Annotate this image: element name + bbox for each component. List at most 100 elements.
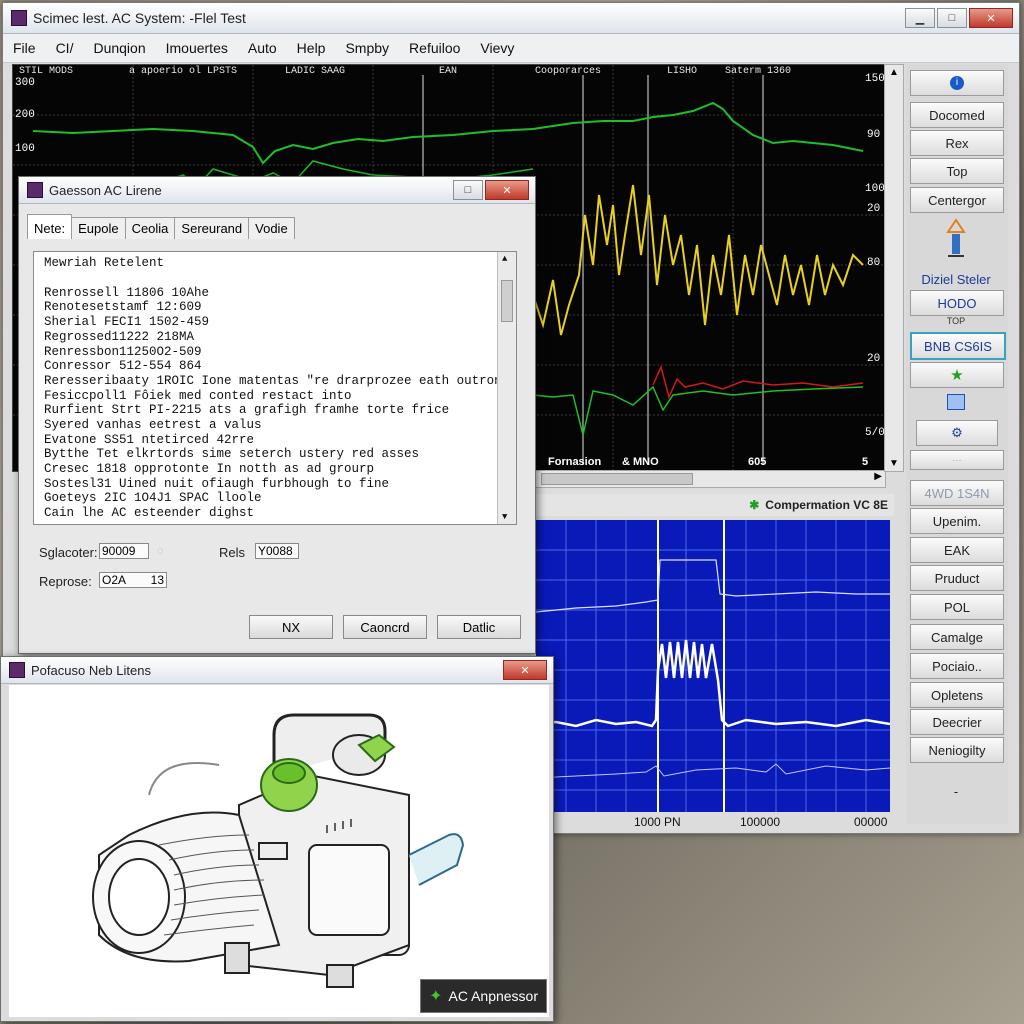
list-item[interactable]: Renrossell 11806 10Ahe (44, 286, 209, 300)
close-icon: ✕ (502, 184, 512, 197)
maximize-button[interactable]: □ (937, 8, 967, 28)
tower-icon[interactable] (944, 218, 968, 258)
dialog1-maximize-button[interactable]: □ (453, 180, 483, 200)
menu-imouertes[interactable]: Imouertes (166, 40, 228, 56)
spinner-icon[interactable]: ◌ (157, 545, 164, 557)
list-item[interactable]: Reresseribaaty 1ROIC Ione matentas "re d… (44, 374, 516, 388)
right-axis-tick-7: 5/0 (865, 427, 885, 439)
dialog1-titlebar[interactable]: Gaesson AC Lirene □ ✕ (19, 177, 535, 204)
main-titlebar[interactable]: Scimec lest. AC System: -Flel Test ▁ □ ✕ (3, 3, 1019, 34)
opletens-button[interactable]: Opletens (910, 682, 1004, 708)
list-item[interactable]: Syered vanhas eetrest a valus (44, 418, 262, 432)
dialog2-close-button[interactable]: ✕ (503, 660, 547, 680)
eak-button[interactable]: EAK (910, 537, 1004, 563)
tab-eupole[interactable]: Eupole (71, 217, 126, 239)
compressor-caption: ✦ AC Anpnessor (420, 979, 547, 1013)
rex-button[interactable]: Rex (910, 130, 1004, 156)
rels-field[interactable]: Y0088 (255, 543, 299, 559)
list-item[interactable]: Conressor 512-554 864 (44, 359, 202, 373)
plot-vertical-scrollbar[interactable]: ▲ ▼ (884, 64, 904, 472)
plot-label-6: LISHO (667, 66, 698, 77)
reprose-label: Reprose: (39, 574, 92, 589)
menu-refuiloo[interactable]: Refuiloo (409, 40, 460, 56)
minimize-button[interactable]: ▁ (905, 8, 935, 28)
ac-compressor-drawing (92, 713, 465, 988)
pol-button[interactable]: POL (910, 594, 1004, 620)
sglacoter-field[interactable]: 90009 (99, 543, 149, 559)
plot-label-7: Saterm 1360 (725, 66, 792, 77)
left-axis-tick-2: 200 (15, 109, 35, 121)
reprose-extra: 13 (150, 573, 164, 587)
settings-button[interactable]: ⚙ (916, 420, 998, 446)
tab-sereurand[interactable]: Sereurand (174, 217, 250, 239)
list-item[interactable]: Cresec 1818 opprotonte In notth as ad gr… (44, 462, 374, 476)
close-button[interactable]: ✕ (969, 8, 1013, 28)
deecrier-button[interactable]: Deecrier (910, 709, 1004, 735)
4wd-button[interactable]: 4WD 1S4N (910, 480, 1004, 506)
pociaio-button[interactable]: Pociaio.. (910, 653, 1004, 679)
docomed-button[interactable]: Docomed (910, 102, 1004, 128)
pruduct-button[interactable]: Pruduct (910, 565, 1004, 591)
menu-smpby[interactable]: Smpby (345, 40, 389, 56)
upenim-button[interactable]: Upenim. (910, 508, 1004, 534)
menu-help[interactable]: Help (297, 40, 326, 56)
nx-button[interactable]: NX (249, 615, 333, 639)
close-icon: ✕ (986, 12, 996, 25)
right-axis-tick-5: 80 (867, 257, 881, 269)
dialog2-titlebar[interactable]: Pofacuso Neb Litens ✕ (1, 657, 553, 684)
menu-dunqion[interactable]: Dunqion (93, 40, 145, 56)
tab-vodie[interactable]: Vodie (248, 217, 295, 239)
list-item[interactable]: Cain lhe AC esteender dighst (44, 506, 254, 520)
top-button[interactable]: Top (910, 158, 1004, 184)
menu-file[interactable]: File (13, 40, 36, 56)
export-button[interactable] (910, 390, 1002, 414)
tab-nete[interactable]: Nete: (27, 214, 73, 239)
scope-plot[interactable] (535, 520, 891, 812)
list-item[interactable]: Regrossed11222 218MA (44, 330, 194, 344)
menu-view[interactable]: Vievy (480, 40, 514, 56)
list-item[interactable]: Sherial FECI1 1502-459 (44, 315, 209, 329)
scroll-down-icon[interactable]: ▼ (502, 512, 507, 522)
info-button[interactable]: i (910, 70, 1004, 96)
reprose-field[interactable]: O2A 13 (99, 572, 167, 588)
disabled-button[interactable]: ··· (910, 450, 1004, 470)
list-item[interactable]: Fesiccpoll1 Fôiek med conted restact int… (44, 389, 352, 403)
dialog2-title: Pofacuso Neb Litens (31, 662, 151, 678)
hodo-button[interactable]: HODO (910, 290, 1004, 316)
star-button[interactable]: ★ (910, 362, 1004, 388)
menu-ci[interactable]: CI/ (56, 40, 74, 56)
list-item[interactable]: Mewriah Retelent (44, 256, 164, 270)
centergor-button[interactable]: Centergor (910, 187, 1004, 213)
list-item[interactable]: Sostesl31 Uined nuit ofiaugh furbhough t… (44, 477, 389, 491)
scroll-up-icon[interactable]: ▲ (502, 254, 507, 264)
plot-header-labels: STIL MODS a apoerio ol LPSTS LADIC SAAG … (13, 65, 885, 79)
plot-horizontal-scrollbar[interactable]: ▶ (520, 470, 886, 488)
scroll-thumb[interactable] (541, 473, 693, 485)
list-scrollbar[interactable]: ▲ ▼ (497, 252, 516, 524)
list-item[interactable]: Bytthe Tet elkrtords sime seterch ustery… (44, 447, 419, 461)
results-listbox[interactable]: Mewriah Retelent Renrossell 11806 10Ahe … (33, 251, 517, 525)
green-trace-upper (32, 101, 864, 165)
cancel-button[interactable]: Caoncrd (343, 615, 427, 639)
top-small-label: TOP (946, 316, 966, 326)
menu-auto[interactable]: Auto (248, 40, 277, 56)
neniogilty-button[interactable]: Neniogilty (910, 737, 1004, 763)
datlic-button[interactable]: Datlic (437, 615, 521, 639)
list-scroll-thumb[interactable] (501, 280, 513, 322)
bnb-button[interactable]: BNB CS6IS (910, 332, 1006, 360)
compensation-title: Compermation VC 8E (765, 498, 888, 512)
camalge-button[interactable]: Camalge (910, 624, 1004, 650)
scroll-down-icon[interactable]: ▼ (889, 458, 899, 469)
plot-footer-left: Fornasion (548, 456, 602, 468)
scroll-up-icon[interactable]: ▲ (889, 67, 899, 78)
right-axis-tick-2: 90 (867, 129, 881, 141)
dialog1-close-button[interactable]: ✕ (485, 180, 529, 200)
list-item[interactable]: Evatone SS51 ntetirced 42rre (44, 433, 254, 447)
tab-ceolia[interactable]: Ceolia (124, 217, 176, 239)
list-item[interactable]: Renotesetstamf 12:609 (44, 300, 202, 314)
scroll-right-icon[interactable]: ▶ (874, 471, 882, 482)
list-item[interactable]: Goeteys 2IC 1O4J1 SPAC lloole (44, 491, 262, 505)
list-item[interactable]: Renressbon11250O2-509 (44, 345, 202, 359)
app-icon (11, 10, 27, 26)
list-item[interactable]: Rurfient Strt PI-2215 ats a grafigh fram… (44, 403, 449, 417)
